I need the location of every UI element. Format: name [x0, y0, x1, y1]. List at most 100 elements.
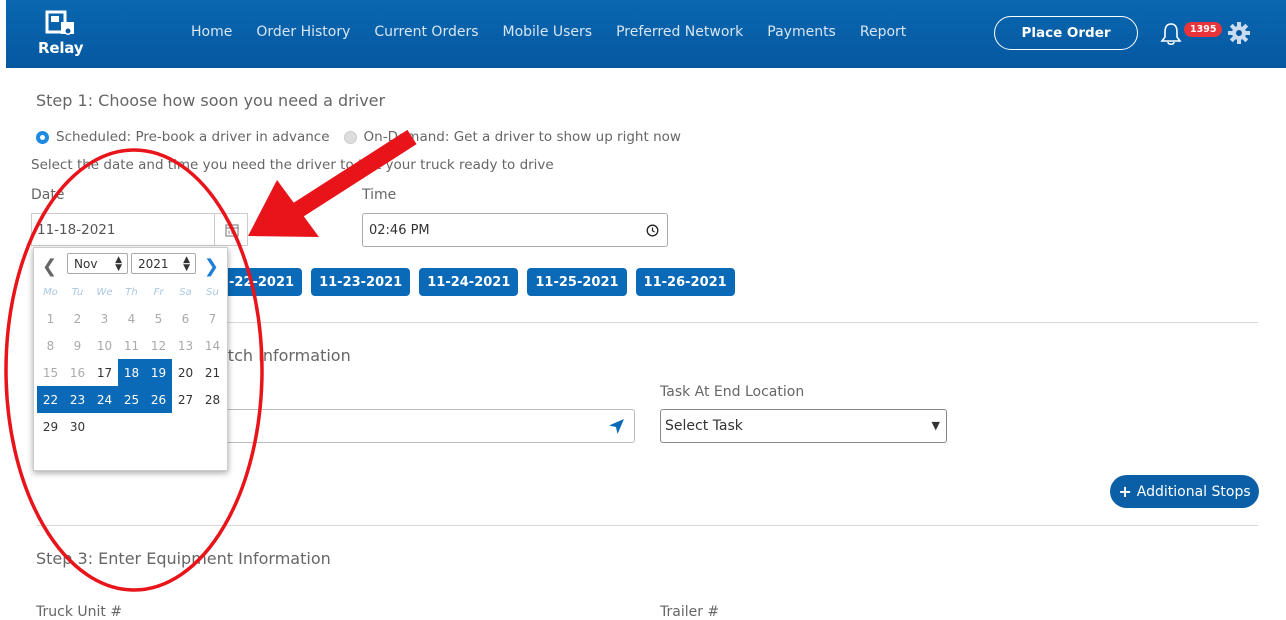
weekday-label: Su [206, 287, 219, 298]
quick-date-chip[interactable]: 11-25-2021 [527, 268, 627, 296]
nav-payments[interactable]: Payments [767, 24, 836, 40]
calendar-day[interactable]: 25 [118, 386, 145, 413]
year-value: 2021 [138, 256, 169, 271]
calendar-day[interactable]: 4 [118, 305, 145, 332]
calendar-day[interactable]: 5 [145, 305, 172, 332]
calendar-empty-cell [91, 413, 118, 440]
calendar-day[interactable]: 20 [172, 359, 199, 386]
calendar-day[interactable]: 22 [37, 386, 64, 413]
additional-stops-label: Additional Stops [1136, 483, 1251, 500]
calendar-day[interactable]: 2 [64, 305, 91, 332]
truck-logo-icon [45, 10, 74, 35]
bell-icon[interactable] [1160, 22, 1182, 46]
time-input[interactable]: 02:46 PM [362, 213, 668, 247]
calendar-day[interactable]: 28 [199, 386, 226, 413]
calendar-day[interactable]: 17 [91, 359, 118, 386]
nav-report[interactable]: Report [860, 24, 906, 40]
step2-title: atch Information [218, 346, 351, 365]
chevron-down-icon: ▼ [931, 419, 940, 432]
calendar-day[interactable]: 3 [91, 305, 118, 332]
nav-current-orders[interactable]: Current Orders [374, 24, 478, 40]
calendar-day[interactable]: 14 [199, 332, 226, 359]
nav-preferred-network[interactable]: Preferred Network [616, 24, 743, 40]
weekday-label: Th [125, 287, 138, 298]
additional-stops-button[interactable]: + Additional Stops [1110, 475, 1259, 508]
time-label: Time [362, 187, 397, 203]
calendar-day[interactable]: 11 [118, 332, 145, 359]
schedule-type-radio-group: Scheduled: Pre-book a driver in advance … [36, 129, 681, 145]
quick-date-chip[interactable]: 11-23-2021 [311, 268, 411, 296]
calendar-empty-cell [199, 413, 226, 440]
annotation-arrow-head [248, 180, 319, 237]
weekday-label: Mo [43, 287, 58, 298]
calendar-day[interactable]: 21 [199, 359, 226, 386]
calendar-button[interactable] [214, 213, 248, 246]
clock-icon[interactable] [646, 224, 659, 237]
task-label: Task At End Location [660, 384, 805, 400]
month-value: Nov [74, 256, 98, 271]
year-select[interactable]: 2021 ▲ ▼ [131, 253, 196, 274]
updown-icon: ▲ ▼ [183, 255, 190, 273]
weekday-label: Fr [153, 287, 164, 298]
date-label: Date [31, 187, 65, 203]
weekday-label: Sa [179, 287, 192, 298]
calendar-day[interactable]: 7 [199, 305, 226, 332]
calendar-empty-cell [118, 413, 145, 440]
calendar-day[interactable]: 24 [91, 386, 118, 413]
task-select-value: Select Task [665, 418, 743, 434]
month-select[interactable]: Nov ▲ ▼ [67, 253, 128, 274]
gear-icon[interactable] [1228, 22, 1250, 44]
calendar-day[interactable]: 10 [91, 332, 118, 359]
main-nav: Home Order History Current Orders Mobile… [191, 24, 930, 40]
scheduled-label[interactable]: Scheduled: Pre-book a driver in advance [56, 129, 330, 145]
calendar-day[interactable]: 16 [64, 359, 91, 386]
weekday-label: We [96, 287, 113, 298]
next-month-icon[interactable]: ❯ [204, 256, 219, 277]
calendar-day[interactable]: 8 [37, 332, 64, 359]
quick-date-chip[interactable]: -22-2021 [221, 268, 303, 296]
calendar-day[interactable]: 26 [145, 386, 172, 413]
prev-month-icon[interactable]: ❮ [42, 256, 57, 277]
day-grid: 1 2 3 4 5 6 7 8 9 10 11 12 13 14 15 16 17 18 19 20 21 22 23 24 2… [37, 305, 226, 440]
calendar-day[interactable]: 6 [172, 305, 199, 332]
calendar-day[interactable]: 27 [172, 386, 199, 413]
calendar-day[interactable]: 30 [64, 413, 91, 440]
calendar-day[interactable]: 19 [145, 359, 172, 386]
calendar-day[interactable]: 23 [64, 386, 91, 413]
plus-icon: + [1118, 482, 1132, 501]
step1-title: Step 1: Choose how soon you need a drive… [36, 91, 386, 110]
calendar-day[interactable]: 13 [172, 332, 199, 359]
ondemand-radio[interactable] [343, 130, 357, 144]
quick-date-chip[interactable]: 11-24-2021 [419, 268, 519, 296]
calendar-day[interactable]: 15 [37, 359, 64, 386]
calendar-icon [225, 224, 239, 237]
calendar-day[interactable]: 9 [64, 332, 91, 359]
calendar-day[interactable]: 29 [37, 413, 64, 440]
notification-badge: 1395 [1184, 22, 1223, 37]
calendar-day[interactable]: 1 [37, 305, 64, 332]
nav-order-history[interactable]: Order History [256, 24, 350, 40]
location-input[interactable] [220, 409, 635, 443]
scheduled-radio[interactable] [36, 130, 49, 144]
section-divider [36, 525, 1258, 526]
time-value: 02:46 PM [369, 222, 430, 238]
task-select[interactable]: Select Task ▼ [660, 409, 947, 443]
location-arrow-icon[interactable] [608, 418, 625, 435]
place-order-button[interactable]: Place Order [994, 16, 1138, 50]
nav-mobile-users[interactable]: Mobile Users [503, 24, 593, 40]
calendar-day[interactable]: 12 [145, 332, 172, 359]
nav-home[interactable]: Home [191, 24, 232, 40]
step3-title: Step 3: Enter Equipment Information [36, 549, 331, 568]
quick-date-chip[interactable]: 11-26-2021 [635, 268, 735, 296]
trailer-label: Trailer # [660, 604, 720, 620]
ondemand-label[interactable]: On-Demand: Get a driver to show up right… [364, 129, 681, 145]
truck-unit-label: Truck Unit # [36, 604, 123, 620]
date-input[interactable] [31, 213, 215, 246]
weekday-label: Tu [71, 287, 84, 298]
calendar-empty-cell [145, 413, 172, 440]
updown-icon: ▲ ▼ [115, 255, 122, 273]
relay-logo[interactable]: Relay [36, 8, 86, 60]
datepicker-popup: ❮ Nov ▲ ▼ 2021 ▲ ▼ ❯ Mo Tu We Th Fr Sa Su 123456… [33, 247, 228, 471]
date-time-hint: Select the date and time you need the dr… [31, 157, 554, 173]
calendar-day[interactable]: 18 [118, 359, 145, 386]
